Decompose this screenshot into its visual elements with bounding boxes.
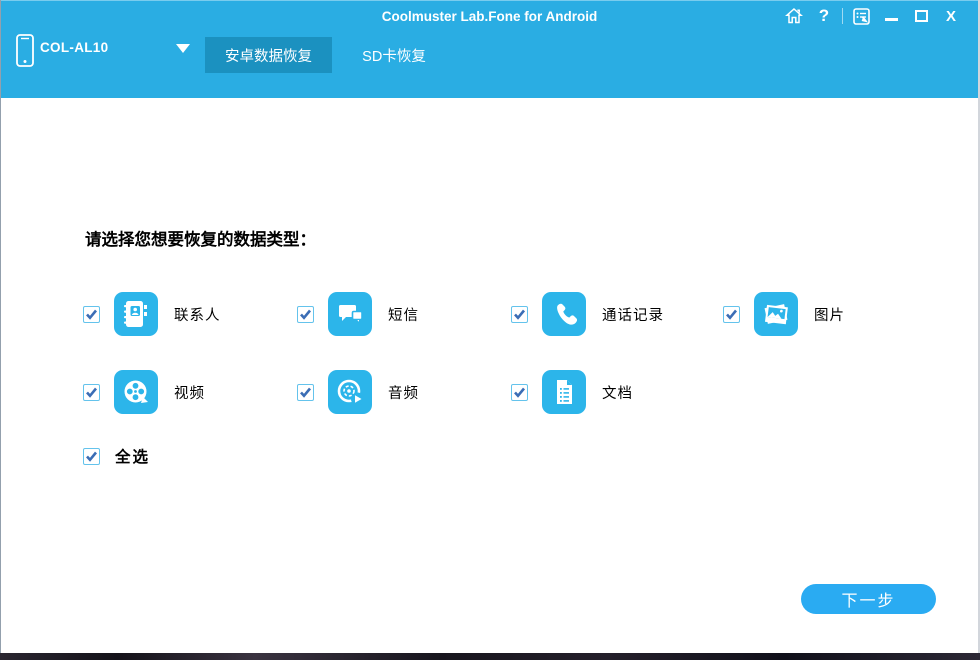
data-type-item[interactable]: 联系人 [83, 275, 297, 353]
data-type-label: 音频 [388, 382, 419, 403]
tab-sd-card-recovery[interactable]: SD卡恢复 [339, 37, 449, 73]
data-type-item[interactable]: 视频 [83, 353, 297, 431]
close-button[interactable]: X [936, 1, 966, 31]
documents-icon [542, 370, 586, 414]
select-all-checkbox[interactable] [83, 448, 100, 465]
home-icon[interactable] [779, 1, 809, 31]
data-type-item[interactable]: 通话记录 [511, 275, 723, 353]
app-window: Coolmuster Lab.Fone for Android ? [0, 0, 980, 653]
data-type-checkbox[interactable] [297, 384, 314, 401]
select-all-item[interactable]: 全选 [83, 431, 150, 481]
data-type-label: 图片 [814, 304, 845, 325]
data-type-label: 通话记录 [602, 304, 664, 325]
data-type-item[interactable]: 图片 [723, 275, 939, 353]
select-all-label: 全选 [115, 445, 150, 467]
titlebar-divider [842, 8, 843, 24]
data-type-checkbox[interactable] [723, 306, 740, 323]
data-type-label: 联系人 [174, 304, 221, 325]
minimize-button[interactable] [876, 1, 906, 31]
data-type-checkbox[interactable] [297, 306, 314, 323]
call-log-icon [542, 292, 586, 336]
data-type-label: 视频 [174, 382, 205, 403]
data-type-item[interactable]: 文档 [511, 353, 723, 431]
data-type-checkbox[interactable] [511, 384, 528, 401]
data-type-item[interactable]: 短信 [297, 275, 511, 353]
window-controls: ? X [779, 1, 966, 31]
data-type-item[interactable]: 音频 [297, 353, 511, 431]
data-type-checkbox[interactable] [511, 306, 528, 323]
data-type-checkbox[interactable] [83, 384, 100, 401]
data-type-grid: 联系人 短信 通话记录 图片 视频 音频 [83, 275, 939, 431]
title-bar: Coolmuster Lab.Fone for Android ? [1, 1, 978, 31]
data-type-label: 短信 [388, 304, 419, 325]
videos-icon [114, 370, 158, 414]
help-icon[interactable]: ? [809, 1, 839, 31]
page-title: 请选择您想要恢复的数据类型： [85, 226, 316, 250]
tab-android-recovery[interactable]: 安卓数据恢复 [205, 37, 332, 73]
data-type-checkbox[interactable] [83, 306, 100, 323]
photos-icon [754, 292, 798, 336]
maximize-button[interactable] [906, 1, 936, 31]
desktop-background-strip [0, 653, 980, 660]
contacts-icon [114, 292, 158, 336]
device-dropdown-icon[interactable] [176, 44, 190, 53]
next-button[interactable]: 下一步 [801, 584, 936, 614]
feedback-icon[interactable] [846, 1, 876, 31]
phone-icon [14, 32, 36, 75]
app-header: Coolmuster Lab.Fone for Android ? [1, 0, 978, 98]
data-type-label: 文档 [602, 382, 633, 403]
audio-icon [328, 370, 372, 414]
main-content: 请选择您想要恢复的数据类型： 联系人 短信 通话记录 图片 视频 [1, 98, 978, 653]
device-name: COL-AL10 [40, 40, 108, 55]
device-row: COL-AL10 安卓数据恢复 SD卡恢复 [1, 31, 978, 73]
sms-icon [328, 292, 372, 336]
